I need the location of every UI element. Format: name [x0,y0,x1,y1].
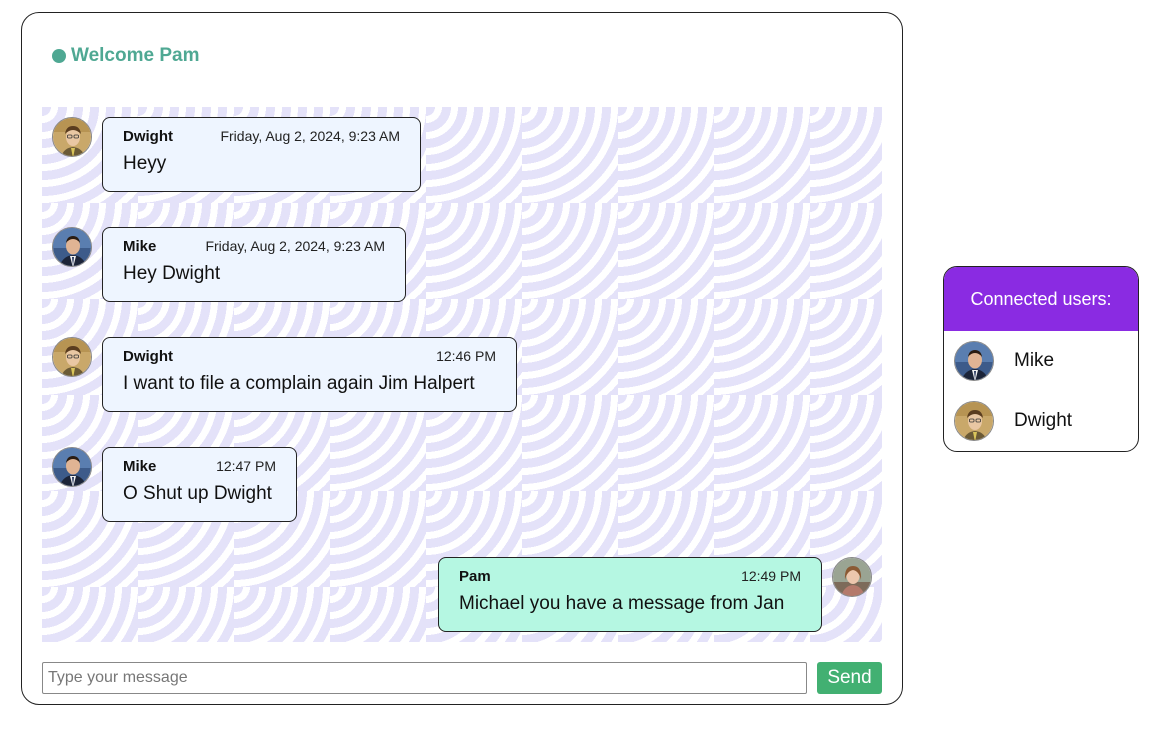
message-bubble: Mike Friday, Aug 2, 2024, 9:23 AM Hey Dw… [102,227,406,302]
message-sender: Pam [459,568,491,585]
message-time: Friday, Aug 2, 2024, 9:23 AM [220,128,400,144]
message-sender: Mike [123,238,157,255]
message-bubble: Dwight 12:46 PM I want to file a complai… [102,337,517,412]
connected-users-title: Connected users: [944,267,1138,331]
message-input[interactable] [42,662,807,694]
connected-user-name: Mike [1014,350,1055,371]
message-time: 12:47 PM [216,458,276,474]
message-bubble: Mike 12:47 PM O Shut up Dwight [102,447,297,522]
message-text: I want to file a complain again Jim Halp… [123,373,475,394]
dwight-avatar-icon [954,401,994,441]
welcome-text: Welcome Pam [71,45,200,66]
dwight-avatar-icon [52,117,92,157]
connected-user-item[interactable]: Mike [944,331,1138,391]
message-text: Hey Dwight [123,263,221,284]
dwight-avatar-icon [52,337,92,377]
message-text: Heyy [123,153,167,174]
connected-user-item[interactable]: Dwight [944,391,1138,451]
pam-avatar-icon [832,557,872,597]
mike-avatar-icon [52,227,92,267]
message-sender: Mike [123,458,157,475]
connected-user-name: Dwight [1014,410,1073,431]
message-bubble: Dwight Friday, Aug 2, 2024, 9:23 AM Heyy [102,117,421,192]
connected-users-panel: Connected users: Mike Dwight [943,266,1139,452]
message-sender: Dwight [123,348,173,365]
message-text: O Shut up Dwight [123,483,272,504]
mike-avatar-icon [954,341,994,381]
message-text: Michael you have a message from Jan [459,593,785,614]
chat-window: Welcome Pam Dwight Friday, Aug 2, 2024, … [21,12,903,705]
message-sender: Dwight [123,128,173,145]
messages-area[interactable]: Dwight Friday, Aug 2, 2024, 9:23 AM Heyy… [42,107,882,642]
welcome-header: Welcome Pam [52,45,199,67]
message-time: Friday, Aug 2, 2024, 9:23 AM [205,238,385,254]
own-message-bubble: Pam 12:49 PM Michael you have a message … [438,557,822,632]
message-time: 12:46 PM [436,348,496,364]
online-status-icon [52,49,66,63]
message-time: 12:49 PM [741,568,801,584]
message-composer: Send [42,662,882,694]
send-button[interactable]: Send [817,662,882,694]
mike-avatar-icon [52,447,92,487]
